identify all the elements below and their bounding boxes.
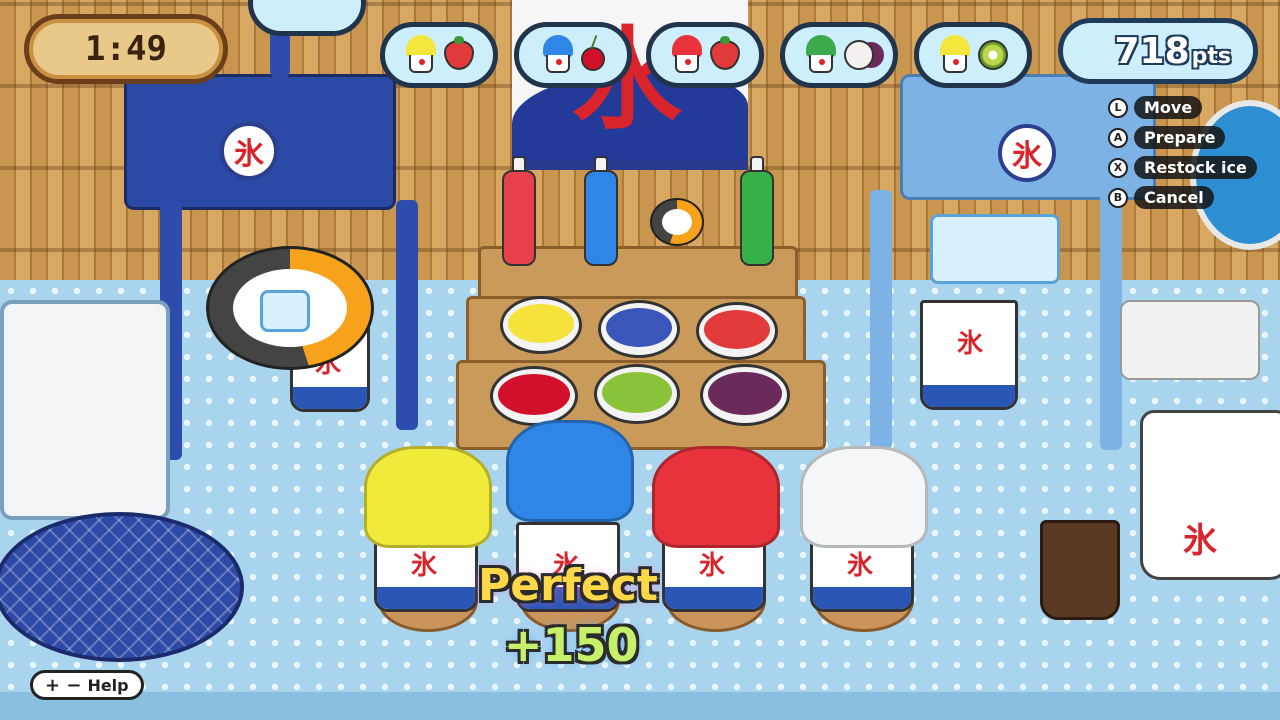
ice-block	[930, 214, 1060, 284]
melon-syrup-bottle[interactable]	[740, 156, 774, 266]
shaved-ice	[506, 420, 634, 522]
cup-kanji: 氷	[847, 551, 874, 581]
strawberry-syrup-bottle[interactable]	[502, 156, 536, 266]
order-ticket	[780, 22, 898, 88]
lychee-bowl[interactable]	[700, 364, 790, 426]
shaved-ice-icon	[804, 35, 838, 75]
straw-holder[interactable]	[1040, 520, 1120, 620]
shaved-ice-icon	[670, 35, 704, 75]
score-value: 718	[1114, 30, 1190, 72]
timer: 1:49	[24, 14, 228, 84]
feedback-bonus: +150	[504, 618, 639, 672]
control-label: Restock ice	[1134, 156, 1257, 179]
control-label: Prepare	[1134, 126, 1226, 149]
control-hint: A Prepare	[1108, 126, 1226, 149]
blue-hawaii-syrup-bottle[interactable]	[584, 156, 618, 266]
control-hint: X Restock ice	[1108, 156, 1257, 179]
fan-base	[1120, 300, 1260, 380]
feedback-rating: Perfect	[478, 560, 658, 611]
order-ticket	[646, 22, 764, 88]
plus-minus-icon: + −	[45, 674, 82, 696]
machine-kanji-label: 氷	[998, 124, 1056, 182]
shaved-ice-icon	[938, 35, 972, 75]
blueberry-bowl[interactable]	[598, 300, 680, 358]
control-label: Cancel	[1134, 186, 1214, 209]
cherry-bowl[interactable]	[490, 366, 578, 426]
help-label: Help	[87, 675, 129, 695]
strawberry-icon	[444, 36, 474, 70]
kiwi-icon	[978, 40, 1008, 70]
lychee-icon	[844, 40, 874, 70]
syrup-gauge	[650, 198, 704, 246]
empty-cup[interactable]: 氷	[920, 300, 1018, 410]
strawberry-bowl[interactable]	[696, 302, 778, 360]
button-a-icon: A	[1108, 127, 1128, 148]
shaved-ice	[652, 446, 780, 548]
cup-stack[interactable]: 氷	[1140, 410, 1280, 580]
score-display: 718 pts	[1058, 18, 1258, 84]
cup-kanji: 氷	[411, 551, 438, 581]
ice-cooler[interactable]	[0, 300, 170, 520]
control-label: Move	[1134, 96, 1203, 119]
order-ticket	[914, 22, 1032, 88]
machine-leg	[1100, 190, 1122, 450]
button-x-icon: X	[1108, 157, 1128, 178]
control-hint: B Cancel	[1108, 186, 1214, 209]
order-ticket	[380, 22, 498, 88]
ice-cube-icon	[260, 290, 310, 332]
order-ticket-partial	[248, 0, 366, 36]
cup-kanji: 氷	[699, 551, 726, 581]
cherry-icon	[581, 47, 605, 71]
lemon-bowl[interactable]	[500, 296, 582, 354]
button-b-icon: B	[1108, 187, 1128, 208]
kiwi-bowl[interactable]	[594, 364, 680, 424]
shaved-ice-icon	[541, 35, 575, 75]
score-unit: pts	[1191, 43, 1231, 69]
control-hint: L Move	[1108, 96, 1203, 119]
uchiwa-fan	[0, 512, 244, 662]
machine-kanji-label: 氷	[220, 122, 278, 180]
help-button[interactable]: + − Help	[30, 670, 144, 700]
shaved-ice	[364, 446, 492, 548]
machine-leg	[396, 200, 418, 430]
shaved-ice-icon	[404, 35, 438, 75]
shaved-ice	[800, 446, 928, 548]
strawberry-icon	[710, 36, 740, 70]
table-edge	[0, 692, 1280, 720]
button-l-icon: L	[1108, 97, 1128, 118]
machine-leg	[870, 190, 892, 450]
order-ticket	[514, 22, 632, 88]
